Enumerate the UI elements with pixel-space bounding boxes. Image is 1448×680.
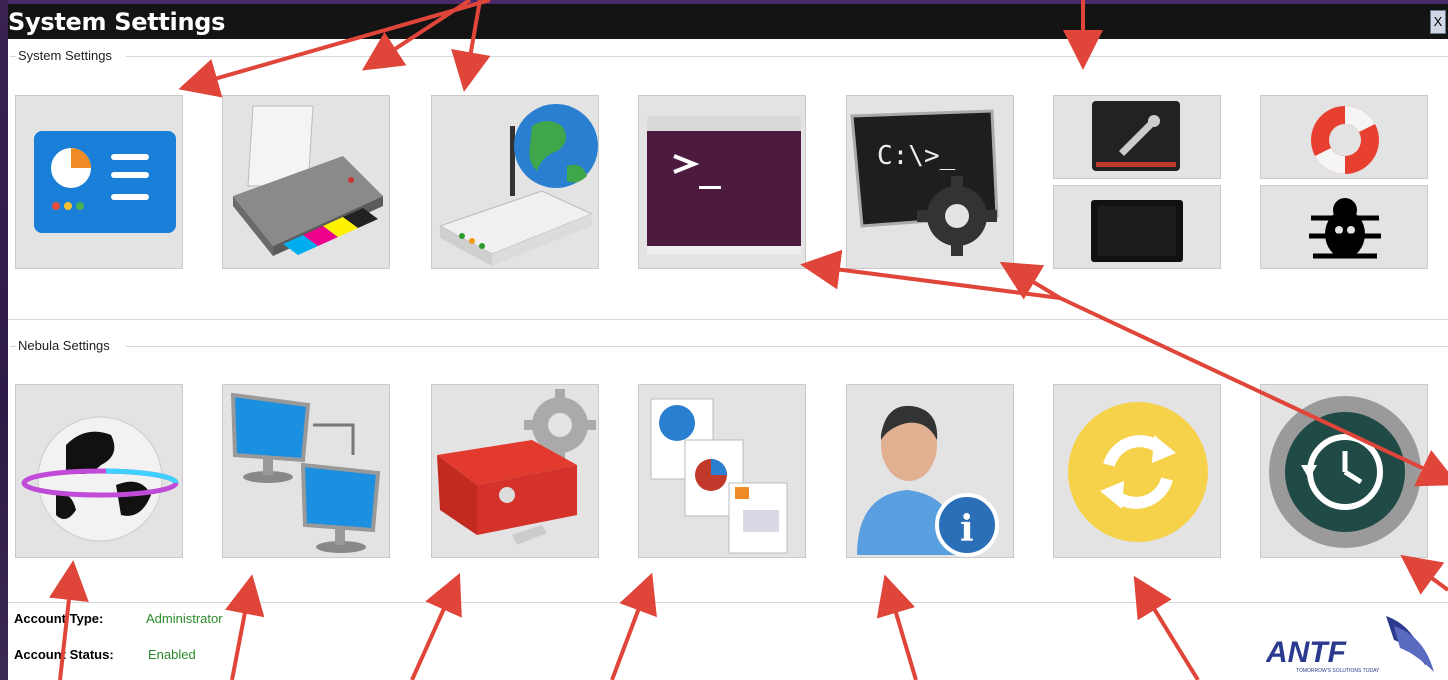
help-tile[interactable]	[1260, 95, 1428, 179]
tools-tile[interactable]	[1053, 95, 1221, 179]
window-title: System Settings	[8, 8, 226, 36]
account-type-label: Account Type:	[14, 611, 104, 626]
tools-tablet-icon	[1092, 101, 1180, 171]
group-border	[126, 346, 1448, 347]
title-bar: System Settings X	[8, 0, 1448, 39]
documents-web-icon	[650, 398, 788, 554]
logo-text: ANTF	[1266, 636, 1347, 669]
antf-logo: ANTF TOMORROW'S SOLUTIONS TODAY	[1265, 606, 1442, 676]
network-computers-tile[interactable]	[222, 384, 390, 558]
account-type-row: Account Type: Administrator	[14, 611, 223, 626]
sync-tile[interactable]	[1053, 384, 1221, 558]
group-divider	[8, 319, 1448, 320]
svg-text:i: i	[960, 508, 974, 550]
control-panel-icon	[34, 131, 176, 233]
group-label-nebula: Nebula Settings	[16, 338, 112, 353]
system-settings-window: System Settings X System Settings C:\>_ …	[8, 0, 1448, 680]
group-label-system: System Settings	[16, 48, 114, 63]
help-lifebuoy-icon	[1311, 106, 1379, 174]
network-router-icon	[438, 104, 598, 266]
debug-tile[interactable]	[1260, 185, 1428, 269]
documents-tile[interactable]	[638, 384, 806, 558]
toolbox-tile[interactable]	[431, 384, 599, 558]
time-machine-backup-icon	[1269, 396, 1421, 548]
group-border	[126, 56, 1448, 57]
tablet-tile[interactable]	[1053, 185, 1221, 269]
logo-tagline: TOMORROW'S SOLUTIONS TODAY	[1296, 668, 1380, 674]
time-machine-tile[interactable]	[1260, 384, 1428, 558]
internet-tile[interactable]	[15, 384, 183, 558]
account-status-row: Account Status: Enabled	[14, 647, 196, 662]
sync-refresh-icon	[1068, 402, 1208, 542]
account-divider	[8, 602, 1448, 603]
user-info-icon: i	[857, 405, 999, 557]
network-tile[interactable]	[431, 95, 599, 269]
printer-tile[interactable]	[222, 95, 390, 269]
account-type-value: Administrator	[146, 611, 223, 626]
bug-debug-icon	[1309, 198, 1381, 259]
account-status-value: Enabled	[148, 647, 196, 662]
toolbox-settings-icon	[437, 389, 596, 545]
account-status-label: Account Status:	[14, 647, 114, 662]
tablet-device-icon	[1091, 200, 1183, 262]
printer-icon	[233, 105, 383, 256]
command-prompt-tile[interactable]: C:\>_	[846, 95, 1014, 269]
terminal-icon	[647, 116, 801, 254]
command-prompt-settings-icon: C:\>_	[850, 109, 999, 256]
terminal-tile[interactable]	[638, 95, 806, 269]
globe-internet-icon	[21, 416, 179, 542]
close-button[interactable]: X	[1430, 10, 1446, 34]
network-computers-icon	[230, 392, 381, 553]
svg-text:C:\>_: C:\>_	[877, 141, 956, 171]
control-panel-tile[interactable]	[15, 95, 183, 269]
user-info-tile[interactable]: i	[846, 384, 1014, 558]
